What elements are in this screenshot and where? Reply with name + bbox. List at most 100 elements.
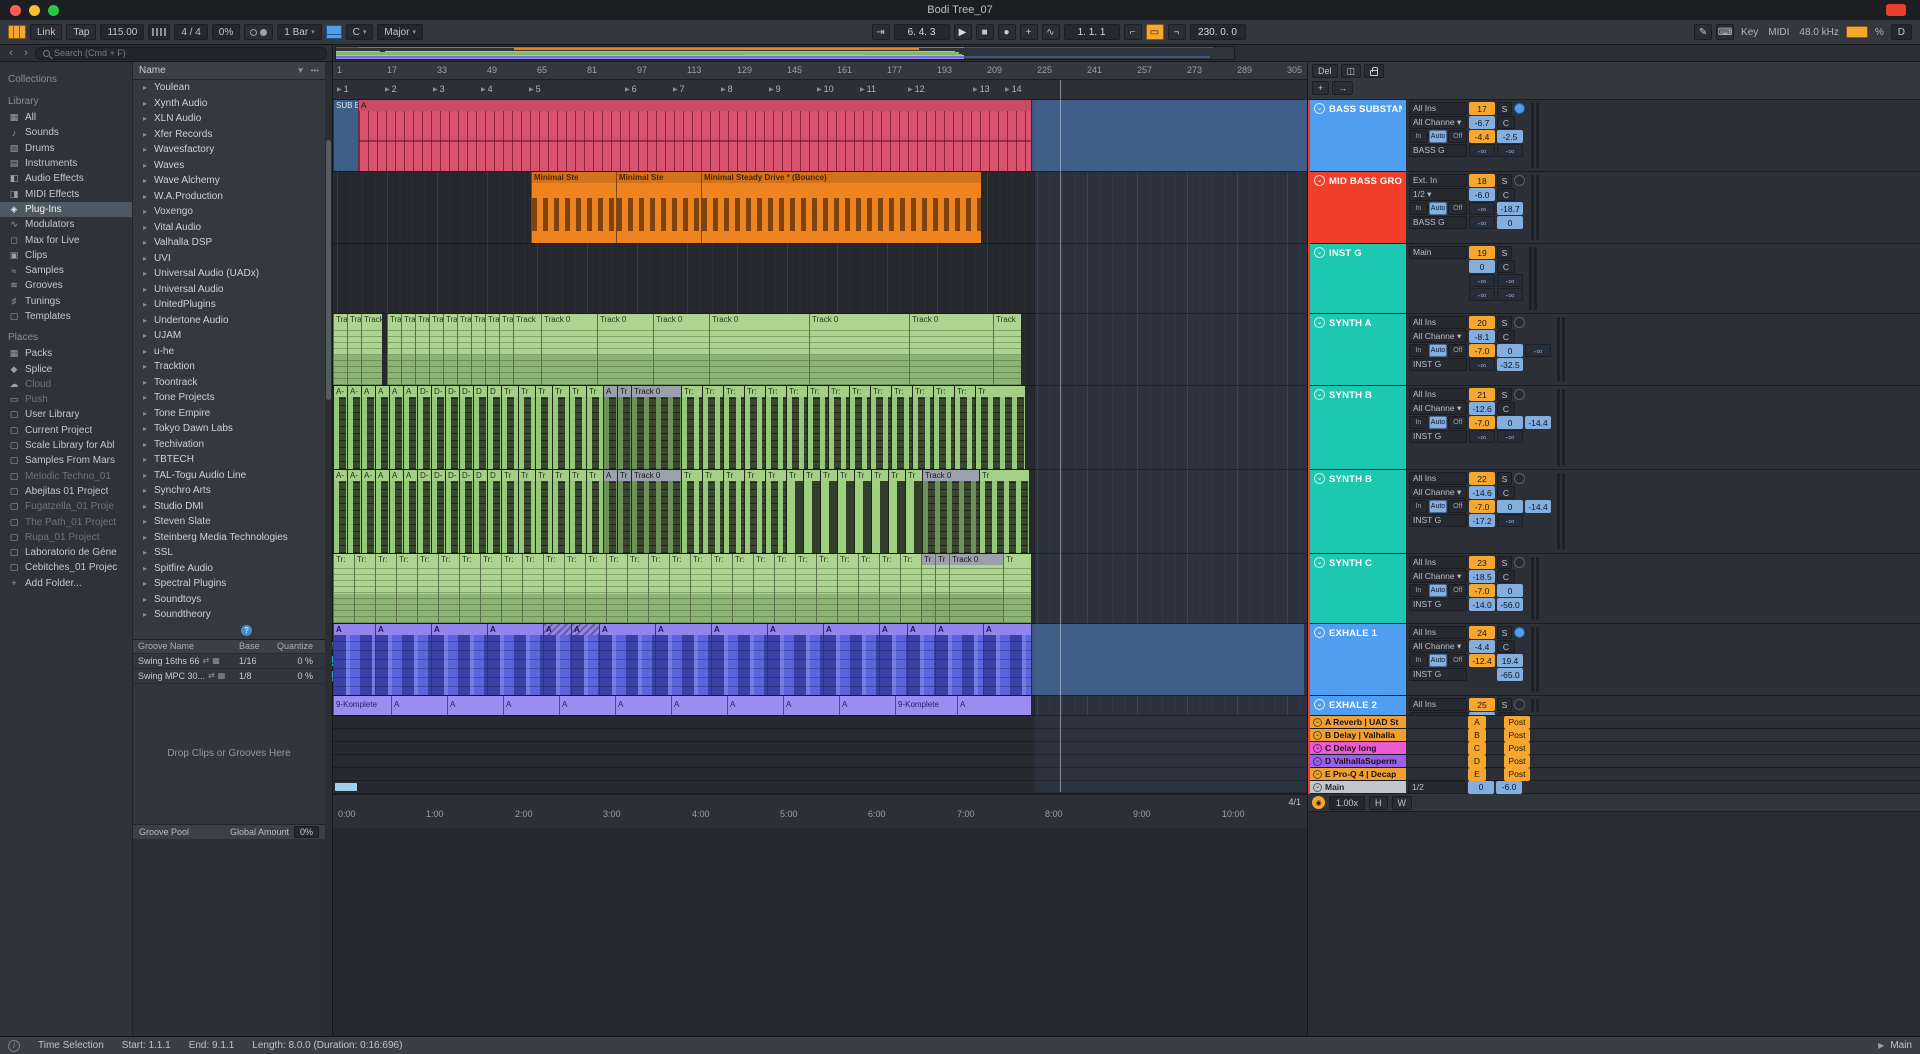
clip[interactable]: Tr: <box>438 554 459 623</box>
return-track-a-reverb-uad-st[interactable]: ⌄A Reverb | UAD StAPost <box>1310 716 1920 729</box>
plugin-item-tokyo-dawn-labs[interactable]: ▸Tokyo Dawn Labs <box>133 421 325 437</box>
capture-midi-button[interactable]: ∿ <box>1042 24 1060 40</box>
arm-button[interactable] <box>1514 103 1525 114</box>
clip[interactable]: A <box>389 470 403 553</box>
clip[interactable]: Minimal Ste <box>616 172 701 243</box>
send-b-box[interactable]: -∞ <box>1497 514 1523 527</box>
send-b-box[interactable]: -65.0 <box>1497 668 1523 681</box>
time-signature-field[interactable]: 4 / 4 <box>174 24 207 40</box>
clip[interactable]: A- <box>347 470 361 553</box>
disclosure-triangle-icon[interactable]: ▸ <box>143 610 150 619</box>
return-letter-box[interactable]: D <box>1468 755 1486 768</box>
plugin-item-steinberg-media-technologies[interactable]: ▸Steinberg Media Technologies <box>133 530 325 546</box>
send-a-box[interactable]: -∞ <box>1469 288 1495 301</box>
locator-row[interactable]: ▶1▶2▶3▶4▶5▶6▶7▶8▶9▶10▶11▶12▶13▶14 <box>333 80 1307 100</box>
gain-box[interactable]: -7.0 <box>1469 584 1495 597</box>
clip[interactable]: A <box>727 696 783 715</box>
clip[interactable]: D- <box>431 470 445 553</box>
plugin-item-tal-togu-audio-line[interactable]: ▸TAL-Togu Audio Line <box>133 468 325 484</box>
monitor-auto-button[interactable]: Auto <box>1429 584 1448 597</box>
disclosure-triangle-icon[interactable]: ▸ <box>143 285 150 294</box>
clip[interactable]: 9-Komplete <box>895 696 957 715</box>
sidebar-item-instruments[interactable]: ▤Instruments <box>0 156 132 171</box>
sidebar-item-grooves[interactable]: ≋Grooves <box>0 278 132 293</box>
clip[interactable]: Tr: <box>933 386 954 469</box>
clip[interactable]: Tr <box>803 470 820 553</box>
add-track-button[interactable]: + <box>1312 81 1329 95</box>
track-header-bass-substan[interactable]: ⌄BASS SUBSTANAll Ins17SAll Channe ▾-6.7C… <box>1310 100 1920 172</box>
clip[interactable]: Tr: <box>900 554 921 623</box>
disclosure-triangle-icon[interactable]: ▸ <box>143 83 150 92</box>
post-toggle[interactable]: Post <box>1504 755 1530 768</box>
return-letter-box[interactable]: A <box>1468 716 1486 729</box>
plugin-item-vital-audio[interactable]: ▸Vital Audio <box>133 220 325 236</box>
main-volume-box[interactable]: 0 <box>1468 781 1494 794</box>
gain-box[interactable]: -7.0 <box>1469 500 1495 513</box>
sidebar-item-sounds[interactable]: ♪Sounds <box>0 125 132 140</box>
clip[interactable]: Tr <box>905 470 922 553</box>
gain-box[interactable]: -4.4 <box>1469 130 1495 143</box>
return-lane-c[interactable] <box>333 742 1307 755</box>
fold-icon[interactable]: ⌄ <box>1314 175 1325 186</box>
monitor-auto-button[interactable]: Auto <box>1429 202 1448 215</box>
lane-exhale-1[interactable]: AAAAAAAAAAAAAAA <box>333 624 1307 696</box>
clip[interactable]: Tr <box>501 386 518 469</box>
fold-icon[interactable]: ⌄ <box>1314 247 1325 258</box>
clip[interactable]: Tr: <box>648 554 669 623</box>
metronome-toggle[interactable] <box>244 24 273 40</box>
monitor-off-button[interactable]: Off <box>1448 584 1467 597</box>
post-toggle[interactable]: Post <box>1504 742 1530 755</box>
locator-flag[interactable]: ▶11 <box>860 84 876 94</box>
gain-box[interactable]: -7.0 <box>1469 416 1495 429</box>
clip[interactable]: Track <box>457 314 471 385</box>
plugin-item-w-a-production[interactable]: ▸W.A.Production <box>133 189 325 205</box>
clip[interactable]: A <box>389 386 403 469</box>
clip[interactable]: Tr: <box>765 386 786 469</box>
sidebar-item-templates[interactable]: ▢Templates <box>0 309 132 324</box>
clip[interactable]: D <box>473 470 487 553</box>
lane-synth-a[interactable]: TrackTrackTrack 0TrackTrackTrackTrackTra… <box>333 314 1307 386</box>
fold-icon[interactable]: ⌄ <box>1314 627 1325 638</box>
sidebar-item-drums[interactable]: ▧Drums <box>0 141 132 156</box>
clip[interactable]: Minimal Ste <box>531 172 616 243</box>
sidebar-item-scale-library-for-abl[interactable]: ▢Scale Library for Abl <box>0 438 132 453</box>
save-groove-icon[interactable]: ▦ <box>212 656 220 665</box>
disclosure-triangle-icon[interactable]: ▸ <box>143 316 150 325</box>
track-header-inst-g[interactable]: ⌄INST GMain19S0C-∞-∞-∞-∞ <box>1310 244 1920 314</box>
input-channel-select[interactable]: All Channe ▾ <box>1409 712 1467 716</box>
locator-flag[interactable]: ▶13 <box>973 84 990 94</box>
track-number-box[interactable]: 25 <box>1469 698 1495 711</box>
return-track-b-delay-valhalla[interactable]: ⌄B Delay | ValhallaBPost <box>1310 729 1920 742</box>
output-routing-select[interactable]: BASS G <box>1409 144 1467 157</box>
clip[interactable]: Tr <box>854 470 871 553</box>
disclosure-triangle-icon[interactable]: ▸ <box>143 114 150 123</box>
clip[interactable]: A- <box>361 470 375 553</box>
clip[interactable]: Tr <box>921 554 935 623</box>
clip[interactable]: Tr: <box>954 386 975 469</box>
monitor-in-button[interactable]: In <box>1409 584 1428 597</box>
clip[interactable]: Tr: <box>786 386 807 469</box>
arm-button[interactable] <box>1514 389 1525 400</box>
main-pan-box[interactable]: -6.0 <box>1496 781 1522 794</box>
arrangement-position-field[interactable]: 6. 4. 3 <box>894 24 950 40</box>
clip[interactable]: Tr <box>744 470 765 553</box>
locator-flag[interactable]: ▶7 <box>673 84 685 94</box>
sidebar-item-midi-effects[interactable]: ◨MIDI Effects <box>0 186 132 201</box>
groove-base-field[interactable]: 1/8 <box>237 671 271 681</box>
input-routing-select[interactable]: All Ins <box>1409 472 1467 485</box>
value-box[interactable]: -∞ <box>1525 344 1551 357</box>
clip[interactable]: Tr: <box>795 554 816 623</box>
clip[interactable]: Track <box>471 314 485 385</box>
plugin-item-valhalla-dsp[interactable]: ▸Valhalla DSP <box>133 235 325 251</box>
plugin-item-soundtoys[interactable]: ▸Soundtoys <box>133 592 325 608</box>
volume-box[interactable]: -18.5 <box>1469 570 1495 583</box>
clip[interactable]: Tr <box>518 386 535 469</box>
clip[interactable]: Track <box>401 314 415 385</box>
fold-icon[interactable]: ⌄ <box>1313 718 1322 727</box>
disclosure-triangle-icon[interactable]: ▸ <box>143 269 150 278</box>
clip[interactable]: Tr: <box>459 554 480 623</box>
lane-exhale-2[interactable]: 9-KompleteAAAAAAAAA9-KompleteA <box>333 696 1307 716</box>
minimize-window-button[interactable] <box>29 5 40 16</box>
fold-icon[interactable]: ⌄ <box>1314 699 1325 710</box>
arm-button[interactable] <box>1514 473 1525 484</box>
